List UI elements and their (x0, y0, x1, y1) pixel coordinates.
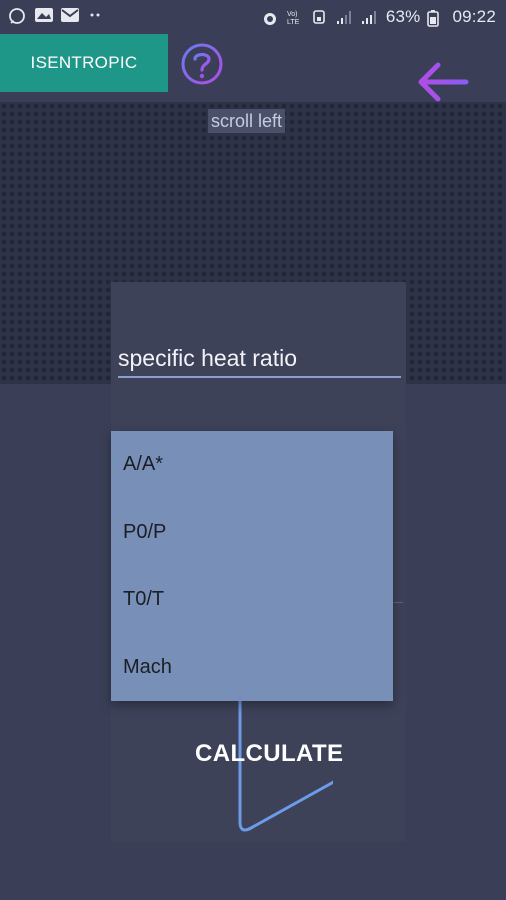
signal-icon (336, 9, 354, 25)
dropdown-option-mach[interactable]: Mach (111, 634, 393, 702)
specific-heat-ratio-input[interactable] (118, 340, 401, 378)
battery-icon (427, 9, 445, 27)
clock: 09:22 (452, 7, 496, 26)
more-dots-icon (86, 7, 104, 23)
dropdown-option-area-ratio[interactable]: A/A* (111, 431, 393, 499)
signal2-icon (361, 9, 379, 25)
back-arrow-icon[interactable] (414, 60, 470, 104)
isentropic-mode-button[interactable]: ISENTROPIC (0, 34, 168, 92)
divider (393, 602, 403, 603)
svg-text:LTE: LTE (287, 19, 300, 25)
alarm-icon (261, 9, 279, 25)
ratio-dropdown-menu: A/A* P0/P T0/T Mach (111, 431, 393, 701)
app-header: ISENTROPIC (0, 34, 506, 102)
whatsapp-icon (8, 7, 26, 24)
battery-percent: 63% (385, 7, 421, 26)
help-circle-icon[interactable] (180, 42, 224, 86)
scroll-left-hint: scroll left (208, 109, 286, 133)
specific-heat-field-wrapper (118, 340, 401, 380)
mail-icon (60, 7, 79, 23)
status-bar: Vo) LTE 63% 09:22 (0, 0, 506, 34)
dropdown-option-pressure-ratio[interactable]: P0/P (111, 499, 393, 567)
calculate-label: CALCULATE (195, 740, 344, 767)
dropdown-option-temperature-ratio[interactable]: T0/T (111, 566, 393, 634)
calculate-button[interactable]: CALCULATE (111, 700, 391, 842)
volte-icon: Vo) LTE (286, 9, 304, 26)
gallery-icon (34, 7, 53, 23)
sd-icon (311, 9, 329, 25)
svg-text:Vo): Vo) (287, 11, 298, 18)
